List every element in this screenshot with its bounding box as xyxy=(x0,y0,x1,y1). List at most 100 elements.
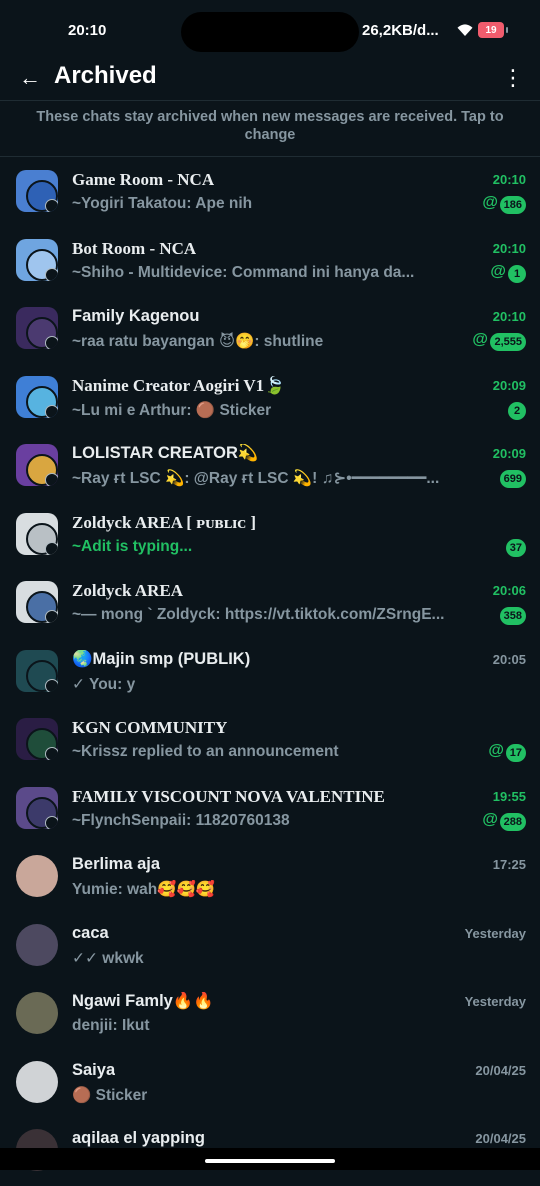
chat-last-message: denjii: Ikut xyxy=(72,1017,150,1034)
status-bar: 20:10 26,2KB/d... 19 xyxy=(0,0,540,58)
chat-avatar[interactable] xyxy=(16,786,58,829)
chat-avatar[interactable] xyxy=(16,718,58,760)
disappearing-timer-icon xyxy=(45,541,58,555)
page-title: Archived xyxy=(54,62,157,89)
unread-count-badge: 1 xyxy=(508,264,526,283)
chat-name: KGN COMMUNITY xyxy=(72,718,228,737)
mention-icon: @ xyxy=(488,742,504,759)
chat-last-message: ~Shiho - Multidevice: Command ini hanya … xyxy=(72,263,415,281)
chat-last-message: Yumie: wah🥰🥰🥰 xyxy=(72,881,216,898)
disappearing-timer-icon xyxy=(45,610,58,623)
chat-last-message: ~raa ratu bayangan 😈🤭: shutline xyxy=(72,333,324,350)
mention-icon: @ xyxy=(482,810,498,828)
mention-icon: @ xyxy=(482,194,498,211)
back-arrow-icon[interactable]: ← xyxy=(16,64,44,92)
unread-count-badge: 17 xyxy=(505,744,526,762)
unread-count-badge: 288 xyxy=(499,812,526,831)
chat-name: Saiya xyxy=(72,1060,116,1079)
chat-row[interactable]: caca Yesterday ✓✓ wkwk xyxy=(0,912,540,981)
chat-last-message: ~Lu mi e Arthur: 🟤 Sticker xyxy=(72,401,272,419)
chat-time: 20:05 xyxy=(492,651,526,667)
disappearing-timer-icon xyxy=(45,267,58,281)
chat-name: LOLISTAR CREATOR💫 xyxy=(72,444,259,462)
status-time: 20:10 xyxy=(68,22,107,39)
chat-avatar[interactable] xyxy=(16,649,58,692)
more-options-icon[interactable]: ⋮ xyxy=(500,64,526,92)
chat-time: Yesterday xyxy=(464,994,526,1009)
home-indicator[interactable] xyxy=(205,1159,335,1163)
disappearing-timer-icon xyxy=(45,473,58,486)
unread-count-badge: 37 xyxy=(505,538,526,557)
chat-last-message: 🟤 Sticker xyxy=(72,1086,148,1104)
chat-name: caca xyxy=(72,923,109,942)
chat-name: Zoldyck AREA [ ᴘᴜʙʟɪᴄ ] xyxy=(72,512,256,532)
network-speed: 26,2KB/d... xyxy=(362,22,439,39)
archive-info-text[interactable]: These chats stay archived when new messa… xyxy=(10,108,530,144)
chat-last-message: ~— mong ` Zoldyck: https://vt.tiktok.com… xyxy=(72,606,445,623)
battery-icon: 19 xyxy=(478,22,508,38)
chat-row[interactable]: Zoldyck AREA 20:06 ~— mong ` Zoldyck: http… xyxy=(0,569,540,638)
chat-avatar[interactable] xyxy=(16,444,58,486)
chat-name: Zoldyck AREA xyxy=(72,581,183,600)
chat-last-message: ~Adit is typing... xyxy=(72,537,193,555)
chat-row[interactable]: Ngawi Famly🔥🔥 Yesterday denjii: Ikut xyxy=(0,980,540,1049)
chat-time: 20:10 xyxy=(492,172,526,187)
chat-name: 🌏Majin smp (PUBLIK) xyxy=(72,649,251,668)
app-bar: ← Archived ⋮ xyxy=(0,58,540,98)
chat-avatar[interactable] xyxy=(16,512,58,555)
disappearing-timer-icon xyxy=(45,678,58,692)
mention-icon: @ xyxy=(490,262,506,280)
chat-avatar[interactable] xyxy=(16,855,58,897)
chat-row[interactable]: Berlima aja 17:25 Yumie: wah🥰🥰🥰 xyxy=(0,843,540,912)
chat-row[interactable]: Game Room - NCA 20:10 ~Yogiri Takatou: Ape… xyxy=(0,158,540,227)
chat-avatar[interactable] xyxy=(16,307,58,349)
chat-avatar[interactable] xyxy=(16,238,58,281)
chat-avatar[interactable] xyxy=(16,170,58,212)
chat-time: 20:09 xyxy=(492,377,526,393)
mention-icon: @ xyxy=(472,331,488,348)
chat-last-message: ~FlynchSenpaii: 11820760138 xyxy=(72,811,290,829)
chat-list: Game Room - NCA 20:10 ~Yogiri Takatou: Ape… xyxy=(0,158,540,1186)
chat-last-message: ~Krissz replied to an announcement xyxy=(72,743,339,760)
chat-last-message: ~Yogiri Takatou: Ape nih xyxy=(72,195,253,212)
chat-avatar[interactable] xyxy=(16,1060,58,1103)
chat-name: FAMILY VISCOUNT NOVA VALENTINE xyxy=(72,786,385,806)
chat-row[interactable]: FAMILY VISCOUNT NOVA VALENTINE 19:55 ~Flyn… xyxy=(0,775,540,844)
chat-row[interactable]: Family Kagenou 20:10 ~raa ratu bayangan 😈🤭… xyxy=(0,295,540,364)
wifi-icon xyxy=(457,24,473,36)
disappearing-timer-icon xyxy=(45,747,58,760)
chat-name: Bot Room - NCA xyxy=(72,238,197,258)
chat-avatar[interactable] xyxy=(16,581,58,623)
chat-time: 20/04/25 xyxy=(475,1131,526,1146)
chat-time: Yesterday xyxy=(464,925,526,941)
chat-name: Berlima aja xyxy=(72,855,161,873)
chat-avatar[interactable] xyxy=(16,923,58,966)
chat-last-message: ✓ You: y xyxy=(72,675,136,693)
chat-avatar[interactable] xyxy=(16,375,58,418)
chat-row[interactable]: LOLISTAR CREATOR💫 20:09 ~Ray ғt LSC 💫: @Ra… xyxy=(0,432,540,501)
chat-row[interactable]: Saiya 20/04/25 🟤 Sticker xyxy=(0,1049,540,1118)
battery-level: 19 xyxy=(485,24,497,36)
disappearing-timer-icon xyxy=(45,199,58,212)
disappearing-timer-icon xyxy=(45,815,58,829)
chat-time: 17:25 xyxy=(492,857,526,872)
unread-count-badge: 186 xyxy=(499,196,526,214)
chat-time: 20:06 xyxy=(492,583,526,598)
camera-notch xyxy=(181,12,359,52)
system-nav-bar xyxy=(0,1148,540,1170)
chat-row[interactable]: 🌏Majin smp (PUBLIK) 20:05 ✓ You: y xyxy=(0,638,540,707)
disappearing-timer-icon xyxy=(45,404,58,418)
chat-last-message: ~Ray ғt LSC 💫: @Ray ғt LSC 💫! ♫⊱•━━━━━━━… xyxy=(72,470,440,487)
unread-count-badge: 2,555 xyxy=(490,333,526,351)
chat-row[interactable]: Zoldyck AREA [ ᴘᴜʙʟɪᴄ ] ~Adit is typing..… xyxy=(0,501,540,570)
chat-name: aqilaa el yapping xyxy=(72,1129,205,1147)
chat-row[interactable]: Nanime Creator Aogiri V1🍃 20:09 ~Lu mi e A… xyxy=(0,364,540,433)
chat-avatar[interactable] xyxy=(16,992,58,1034)
chat-time: 20/04/25 xyxy=(475,1062,526,1078)
chat-row[interactable]: Bot Room - NCA 20:10 ~Shiho - Multidevice:… xyxy=(0,227,540,296)
disappearing-timer-icon xyxy=(45,336,58,349)
chat-name: Family Kagenou xyxy=(72,307,200,325)
chat-last-message: ✓✓ wkwk xyxy=(72,949,144,967)
chat-row[interactable]: KGN COMMUNITY ~Krissz replied to an annou… xyxy=(0,706,540,775)
unread-count-badge: 699 xyxy=(499,470,526,488)
